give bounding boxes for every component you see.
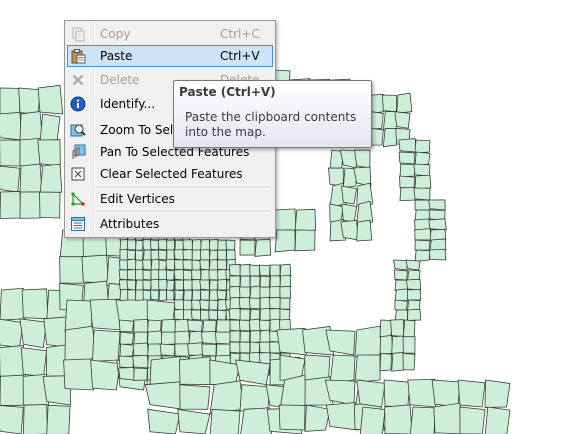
delete-icon — [72, 74, 84, 86]
copy-icon — [72, 27, 85, 42]
menu-item-shortcut: Ctrl+C — [220, 27, 260, 41]
zoom-to-selected-icon — [70, 124, 86, 137]
menu-item-label: Edit Vertices — [100, 192, 175, 206]
edit-vertices-icon — [71, 192, 85, 206]
menu-item-label: Paste — [100, 49, 133, 63]
tooltip-title: Paste (Ctrl+V) — [179, 85, 276, 99]
attributes-icon — [71, 217, 85, 231]
menu-item-shortcut: Ctrl+V — [220, 49, 260, 63]
menu-item-label: Attributes — [100, 217, 160, 231]
info-icon — [70, 96, 86, 112]
menu-item-label: Clear Selected Features — [100, 167, 243, 181]
menu-item-label: Delete — [100, 73, 140, 87]
paste-tooltip: Paste (Ctrl+V) Paste the clipboard conte… — [173, 80, 372, 148]
pan-to-selected-icon — [72, 144, 86, 159]
menu-item-attributes[interactable]: Attributes — [67, 213, 273, 235]
menu-item-paste[interactable]: Paste Ctrl+V — [67, 45, 273, 67]
menu-item-label: Identify... — [100, 97, 156, 111]
menu-item-label: Copy — [100, 27, 131, 41]
menu-item-copy[interactable]: Copy Ctrl+C — [67, 23, 273, 45]
paste-icon — [71, 49, 86, 64]
menu-item-clear-selected[interactable]: Clear Selected Features — [67, 163, 273, 185]
clear-selection-icon — [71, 167, 85, 181]
tooltip-description: Paste the clipboard contents into the ma… — [185, 110, 357, 139]
menu-item-edit-vertices[interactable]: Edit Vertices — [67, 188, 273, 210]
